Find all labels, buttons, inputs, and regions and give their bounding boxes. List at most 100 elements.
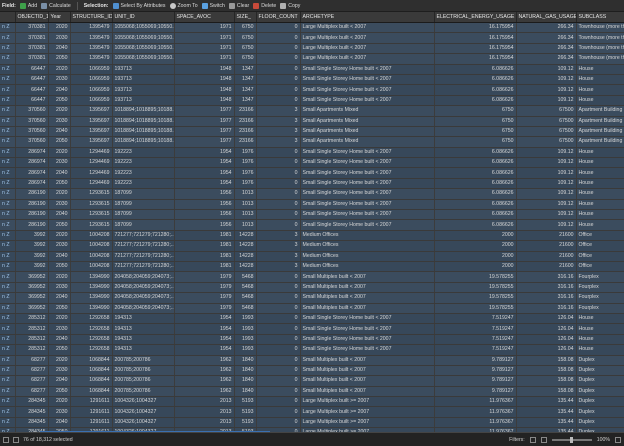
table-cell[interactable]: 192223 — [112, 167, 175, 179]
table-cell[interactable]: 2040 — [48, 209, 71, 221]
table-cell[interactable]: 200785;200786 — [112, 386, 175, 398]
table-cell[interactable]: 0 — [256, 292, 301, 304]
table-cell[interactable]: 6750 — [434, 136, 517, 148]
table-cell[interactable]: 285312 — [15, 313, 49, 325]
table-cell[interactable]: 2013 — [174, 406, 235, 418]
table-cell[interactable]: 1977 — [174, 105, 235, 117]
row-selector-cell[interactable]: n Z — [0, 157, 16, 169]
table-cell[interactable]: Duplex — [576, 396, 624, 408]
table-cell[interactable]: 1971 — [174, 32, 235, 44]
column-header-floor-count[interactable]: FLOOR_COUNT — [256, 12, 301, 23]
table-cell[interactable]: 193713 — [112, 95, 175, 107]
table-cell[interactable]: Medium Offices — [300, 230, 435, 242]
table-cell[interactable]: 1004208 — [70, 230, 113, 242]
table-cell[interactable]: Medium Offices — [300, 261, 435, 273]
table-cell[interactable]: Small Single Storey Home built < 2007 — [300, 334, 435, 346]
table-cell[interactable]: 1948 — [174, 95, 235, 107]
table-cell[interactable]: 2020 — [48, 188, 71, 200]
table-cell[interactable]: Small Multiplex built < 2007 — [300, 292, 435, 304]
table-cell[interactable]: 5468 — [234, 271, 257, 283]
table-cell[interactable]: 2030 — [48, 74, 71, 86]
table-cell[interactable]: 1962 — [174, 386, 235, 398]
table-row[interactable]: n Z 284345 2020 1291611 1004326;1004327 2013 5… — [0, 396, 624, 408]
table-cell[interactable]: 1293615 — [70, 199, 113, 211]
table-options-icon[interactable] — [3, 436, 9, 443]
table-cell[interactable]: 1976 — [234, 178, 257, 190]
table-cell[interactable]: 68277 — [15, 375, 49, 387]
table-cell[interactable]: 1293615 — [70, 188, 113, 200]
table-cell[interactable]: 0 — [256, 282, 301, 294]
table-cell[interactable]: Fourplex — [576, 303, 624, 314]
table-cell[interactable]: 266.34 — [516, 32, 577, 44]
table-cell[interactable]: 1068844 — [70, 375, 113, 387]
table-cell[interactable]: Small Single Storey Home built < 2007 — [300, 84, 435, 96]
row-selector-cell[interactable]: n Z — [0, 178, 16, 190]
table-cell[interactable]: 7.519247 — [434, 334, 517, 346]
table-cell[interactable]: 1840 — [234, 375, 257, 387]
table-cell[interactable]: 192223 — [112, 178, 175, 190]
table-cell[interactable]: 285312 — [15, 334, 49, 346]
row-selector-cell[interactable]: n Z — [0, 365, 16, 377]
table-cell[interactable]: 6.086626 — [434, 95, 517, 107]
table-cell[interactable]: 1066959 — [70, 74, 113, 86]
table-cell[interactable]: 16.175954 — [434, 32, 517, 44]
table-cell[interactable]: 0 — [256, 32, 301, 44]
table-cell[interactable]: 1976 — [234, 147, 257, 159]
table-cell[interactable]: 204058;204059;204073;... — [112, 271, 175, 283]
table-cell[interactable]: 158.08 — [516, 386, 577, 398]
table-cell[interactable]: 1004208 — [70, 251, 113, 263]
table-cell[interactable]: Medium Offices — [300, 251, 435, 263]
table-cell[interactable]: 14228 — [234, 251, 257, 263]
table-cell[interactable]: House — [576, 323, 624, 335]
row-selector-cell[interactable]: n Z — [0, 167, 16, 179]
table-cell[interactable]: 2020 — [48, 396, 71, 408]
table-cell[interactable]: 2020 — [48, 22, 71, 34]
row-selector-cell[interactable]: n Z — [0, 188, 16, 200]
table-cell[interactable]: 1956 — [174, 188, 235, 200]
table-cell[interactable]: 1293615 — [70, 209, 113, 221]
table-cell[interactable]: 1294469 — [70, 167, 113, 179]
table-cell[interactable]: 3 — [256, 261, 301, 273]
table-cell[interactable]: 1004326;1004327 — [112, 417, 175, 429]
column-header-structure-id[interactable]: STRUCTURE_ID — [70, 12, 113, 23]
table-cell[interactable]: 1954 — [174, 147, 235, 159]
switch-selection-button[interactable]: Switch — [201, 2, 225, 9]
table-cell[interactable]: 1981 — [174, 240, 235, 252]
table-cell[interactable]: 1979 — [174, 303, 235, 314]
table-cell[interactable]: 286974 — [15, 178, 49, 190]
row-selector-cell[interactable]: n Z — [0, 323, 16, 335]
table-cell[interactable]: Small Apartments Mixed — [300, 126, 435, 138]
table-row[interactable]: n Z 370381 2040 1395479 1055068;1055069;1055… — [0, 43, 624, 55]
zoom-slider[interactable] — [551, 436, 592, 443]
table-cell[interactable]: 0 — [256, 386, 301, 398]
table-cell[interactable]: 1395697 — [70, 136, 113, 148]
table-cell[interactable]: 721277;721279;721280;... — [112, 251, 175, 263]
table-cell[interactable]: 14228 — [234, 230, 257, 242]
table-cell[interactable]: 6.086626 — [434, 147, 517, 159]
table-cell[interactable]: 1981 — [174, 251, 235, 263]
table-cell[interactable]: 1976 — [234, 157, 257, 169]
copy-button[interactable]: Copy — [280, 2, 300, 9]
table-cell[interactable]: Duplex — [576, 355, 624, 366]
row-selector-cell[interactable]: n Z — [0, 32, 16, 44]
table-cell[interactable]: 1395479 — [70, 32, 113, 44]
table-cell[interactable]: Townhouse (more th — [576, 53, 624, 65]
table-row[interactable]: n Z 3992 2020 1004208 721277;721279;721280;.… — [0, 230, 624, 242]
row-selector-cell[interactable]: n Z — [0, 240, 16, 252]
table-cell[interactable]: 1055068;1055069;10550... — [112, 32, 175, 44]
table-cell[interactable]: 6.086626 — [434, 178, 517, 190]
table-row[interactable]: n Z 369952 2050 1394990 204058;204059;204073… — [0, 303, 624, 314]
row-selector-cell[interactable]: n Z — [0, 261, 16, 273]
table-cell[interactable]: 1395697 — [70, 116, 113, 127]
table-cell[interactable]: 109.12 — [516, 84, 577, 96]
table-cell[interactable]: Small Single Storey Home built < 2007 — [300, 64, 435, 75]
table-cell[interactable]: 109.12 — [516, 209, 577, 221]
table-cell[interactable]: House — [576, 64, 624, 75]
table-row[interactable]: n Z 285312 2040 1292658 194313 1954 1993 0 Small… — [0, 334, 624, 346]
table-cell[interactable]: 2050 — [48, 53, 71, 65]
table-cell[interactable]: 2050 — [48, 303, 71, 314]
table-cell[interactable]: 1292658 — [70, 334, 113, 346]
table-cell[interactable]: 1977 — [174, 126, 235, 138]
row-selector-cell[interactable]: n Z — [0, 74, 16, 86]
table-row[interactable]: n Z 3992 2030 1004208 721277;721279;721280;.… — [0, 240, 624, 252]
